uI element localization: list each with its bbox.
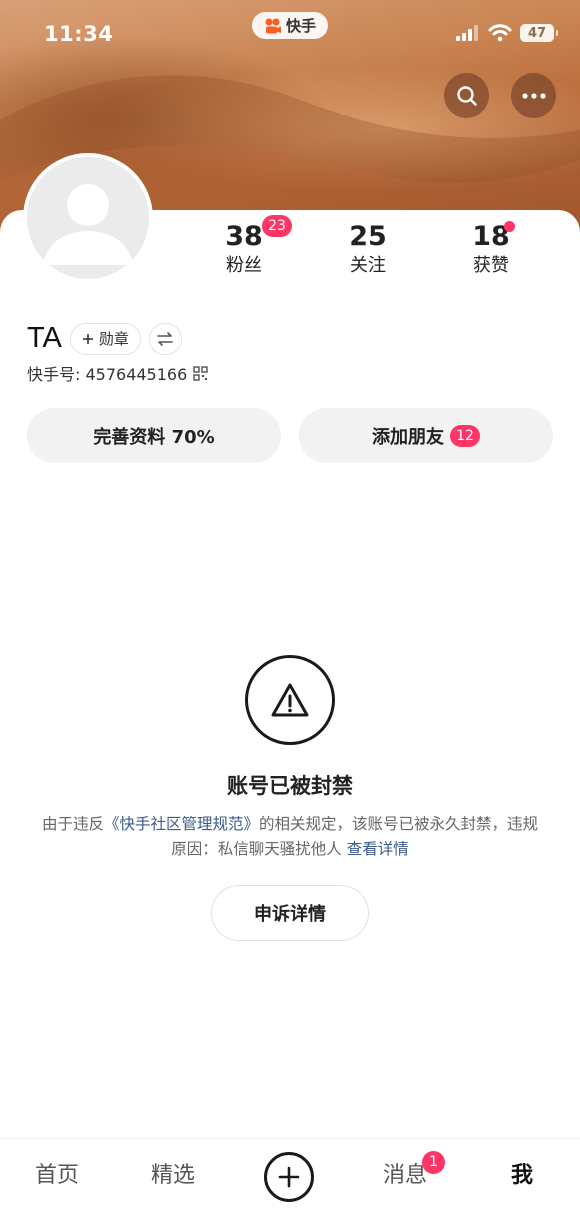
wifi-icon: [488, 24, 512, 42]
default-avatar-placeholder: [27, 157, 149, 279]
view-details-link[interactable]: 查看详情: [347, 840, 409, 858]
appeal-details-label: 申诉详情: [254, 904, 326, 925]
followers-label: 粉丝: [226, 255, 262, 276]
avatar[interactable]: [23, 153, 153, 283]
likes-notification-dot: [504, 221, 515, 232]
kuaishou-logo-icon: [265, 18, 281, 33]
status-indicators: 47: [456, 24, 558, 42]
add-friend-badge: 12: [450, 424, 480, 447]
likes-count: 18: [472, 221, 510, 252]
stat-followers[interactable]: 38 粉丝 23: [184, 215, 304, 278]
add-friend-label: 添加朋友: [372, 426, 444, 448]
warning-triangle-icon: [271, 683, 309, 717]
nav-me[interactable]: 我: [482, 1161, 562, 1191]
kuaishou-id-row[interactable]: 快手号: 4576445166: [27, 361, 208, 385]
medal-label: 勋章: [98, 330, 129, 348]
more-horizontal-icon: [521, 92, 546, 99]
cellular-signal-icon: [456, 25, 478, 41]
search-icon: [456, 85, 477, 106]
likes-label: 获赞: [473, 255, 509, 276]
followers-new-badge: 23: [262, 215, 292, 237]
ban-description: 由于违反《快手社区管理规范》的相关规定，该账号已被永久封禁，违规原因：私信聊天骚…: [40, 812, 540, 862]
medal-button[interactable]: 勋章: [69, 322, 141, 355]
user-silhouette-icon: [43, 184, 133, 265]
create-post-button[interactable]: [264, 1152, 314, 1202]
app-name: 快手: [285, 17, 316, 35]
qr-code-icon[interactable]: [193, 365, 208, 381]
stat-likes[interactable]: 18 获赞: [431, 220, 551, 278]
appeal-details-button[interactable]: 申诉详情: [211, 885, 369, 941]
status-time: 11:34: [44, 22, 114, 46]
more-options-button[interactable]: [511, 73, 556, 118]
messages-badge: 1: [422, 1151, 445, 1174]
community-rules-link[interactable]: 《快手社区管理规范》: [104, 815, 259, 833]
nav-home[interactable]: 首页: [17, 1161, 97, 1191]
kuaishou-id: 快手号: 4576445166: [27, 365, 188, 384]
battery-indicator: 47: [520, 24, 558, 42]
ban-title: 账号已被封禁: [227, 774, 353, 798]
app-indicator-pill: 快手: [252, 12, 328, 39]
add-friend-button[interactable]: 添加朋友 12: [299, 408, 553, 463]
complete-profile-button[interactable]: 完善资料 70%: [27, 408, 281, 463]
switch-account-button[interactable]: [148, 322, 182, 355]
status-bar: 11:34 快手 47: [0, 0, 580, 68]
profile-name-row: TA 勋章: [27, 322, 182, 355]
nav-featured[interactable]: 精选: [133, 1161, 213, 1191]
complete-profile-label: 完善资料 70%: [93, 426, 215, 448]
ban-desc-prefix: 由于违反: [41, 815, 104, 833]
plus-icon: [82, 333, 93, 344]
search-button[interactable]: [444, 73, 489, 118]
swap-arrows-icon: [157, 331, 174, 346]
warning-icon: [245, 655, 335, 745]
plus-icon: [278, 1166, 300, 1188]
following-count: 25: [349, 221, 387, 252]
bottom-navigation: 首页 精选 消息 1 我: [0, 1138, 580, 1225]
profile-stats: 38 粉丝 23 25 关注 18 获赞: [184, 215, 554, 284]
profile-name: TA: [27, 322, 62, 354]
stat-following[interactable]: 25 关注: [308, 220, 428, 278]
following-label: 关注: [350, 255, 386, 276]
